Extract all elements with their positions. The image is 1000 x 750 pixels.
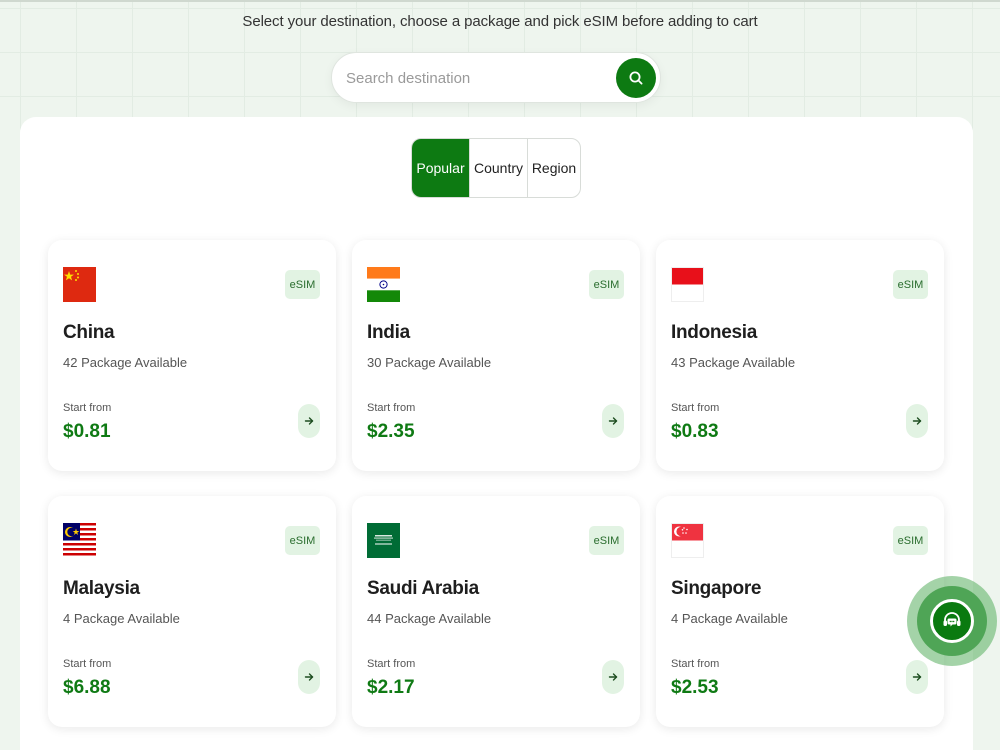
destination-card-saudi-arabia[interactable]: eSIM Saudi Arabia 44 Package Available S… [352, 496, 640, 727]
package-count: 30 Package Available [367, 355, 492, 370]
destination-card-china[interactable]: eSIM China 42 Package Available Start fr… [48, 240, 336, 471]
tab-region[interactable]: Region [527, 139, 580, 197]
page-subtitle: Select your destination, choose a packag… [242, 13, 758, 30]
package-count: 4 Package Available [671, 611, 788, 626]
view-destination-button[interactable] [298, 404, 320, 438]
start-price: $2.35 [367, 421, 415, 442]
tab-popular[interactable]: Popular [412, 139, 469, 197]
destination-tabs: Popular Country Region [411, 138, 581, 198]
start-from-label: Start from [367, 402, 416, 414]
start-price: $6.88 [63, 677, 111, 698]
package-count: 43 Package Available [671, 355, 796, 370]
destination-name: Malaysia [63, 578, 140, 599]
start-from-label: Start from [63, 402, 112, 414]
esim-badge: eSIM [893, 526, 928, 555]
destination-card-singapore[interactable]: eSIM Singapore 4 Package Available Start… [656, 496, 944, 727]
start-from-label: Start from [367, 658, 416, 670]
destination-name: Indonesia [671, 322, 757, 343]
search-button[interactable] [616, 58, 656, 98]
search-icon [629, 71, 643, 85]
esim-badge: eSIM [285, 526, 320, 555]
package-count: 42 Package Available [63, 355, 188, 370]
start-price: $0.83 [671, 421, 719, 442]
india-flag [367, 267, 400, 302]
start-from-label: Start from [671, 658, 720, 670]
arrow-right-icon [608, 673, 618, 681]
saudi-arabia-flag [367, 523, 400, 558]
destination-name: Singapore [671, 578, 762, 599]
support-chat-button[interactable] [916, 566, 987, 676]
singapore-flag [671, 523, 704, 558]
esim-badge: eSIM [589, 270, 624, 299]
indonesia-flag [671, 267, 704, 302]
esim-badge: eSIM [589, 526, 624, 555]
view-destination-button[interactable] [298, 660, 320, 694]
package-count: 4 Package Available [63, 611, 180, 626]
view-destination-button[interactable] [602, 660, 624, 694]
view-destination-button[interactable] [906, 404, 928, 438]
arrow-right-icon [608, 417, 618, 425]
destination-card-india[interactable]: eSIM India 30 Package Available Start fr… [352, 240, 640, 471]
start-price: $0.81 [63, 421, 111, 442]
search-bar [331, 52, 661, 103]
view-destination-button[interactable] [602, 404, 624, 438]
start-price: $2.53 [671, 677, 719, 698]
china-flag [63, 267, 96, 302]
support-chat-icon [943, 612, 960, 627]
destination-name: Saudi Arabia [367, 578, 479, 599]
destination-name: China [63, 322, 115, 343]
tab-country[interactable]: Country [469, 139, 527, 197]
start-from-label: Start from [63, 658, 112, 670]
arrow-right-icon [304, 673, 314, 681]
arrow-right-icon [304, 417, 314, 425]
search-input[interactable] [346, 65, 616, 91]
destination-card-indonesia[interactable]: eSIM Indonesia 43 Package Available Star… [656, 240, 944, 471]
support-chat-ring [916, 586, 987, 656]
package-count: 44 Package Available [367, 611, 492, 626]
destination-name: India [367, 322, 410, 343]
top-divider [0, 0, 1000, 2]
start-price: $2.17 [367, 677, 415, 698]
malaysia-flag [63, 523, 96, 558]
destination-card-malaysia[interactable]: eSIM Malaysia 4 Package Available Start … [48, 496, 336, 727]
support-chat-inner [929, 599, 974, 643]
esim-badge: eSIM [285, 270, 320, 299]
esim-badge: eSIM [893, 270, 928, 299]
arrow-right-icon [912, 417, 922, 425]
start-from-label: Start from [671, 402, 720, 414]
